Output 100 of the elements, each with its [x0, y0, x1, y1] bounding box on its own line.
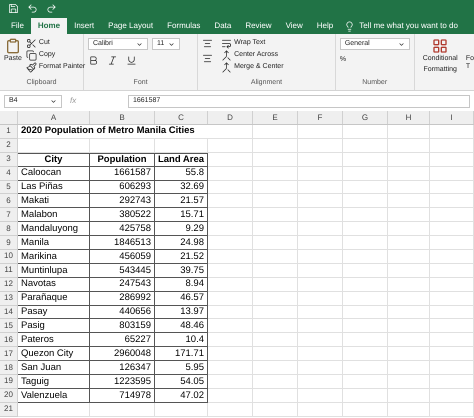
column-header[interactable]: I [430, 111, 474, 124]
row-header[interactable]: 13 [0, 292, 18, 306]
empty-cell[interactable] [208, 333, 253, 348]
column-header[interactable]: B [90, 111, 155, 124]
copy-icon[interactable] [26, 50, 37, 61]
column-header[interactable]: F [298, 111, 343, 124]
empty-cell[interactable] [430, 278, 474, 292]
empty-cell[interactable] [90, 402, 155, 417]
empty-cell[interactable] [388, 250, 430, 264]
row-header[interactable]: 6 [0, 194, 18, 208]
empty-cell[interactable] [430, 138, 474, 153]
empty-cell[interactable] [388, 375, 430, 389]
empty-cell[interactable] [208, 236, 253, 250]
empty-cell[interactable] [343, 319, 388, 334]
column-header[interactable]: H [388, 111, 430, 124]
empty-cell[interactable] [430, 319, 474, 334]
row-header[interactable]: 4 [0, 166, 18, 181]
empty-cell[interactable] [208, 180, 253, 194]
empty-cell[interactable] [208, 138, 253, 153]
row-header[interactable]: 10 [0, 250, 18, 264]
empty-cell[interactable] [343, 125, 388, 139]
empty-cell[interactable] [388, 138, 430, 153]
empty-cell[interactable] [298, 278, 343, 292]
empty-cell[interactable] [343, 402, 388, 417]
empty-cell[interactable] [253, 347, 298, 362]
empty-cell[interactable] [343, 152, 388, 167]
empty-cell[interactable] [430, 194, 474, 208]
empty-cell[interactable] [343, 333, 388, 348]
merge-icon[interactable] [221, 50, 232, 61]
empty-cell[interactable] [208, 264, 253, 278]
empty-cell[interactable] [208, 208, 253, 222]
empty-cell[interactable] [430, 292, 474, 306]
empty-cell[interactable] [298, 361, 343, 376]
dropdown-caret-icon[interactable] [398, 40, 405, 48]
empty-cell[interactable] [208, 125, 253, 139]
empty-cell[interactable] [253, 264, 298, 278]
empty-cell[interactable] [430, 166, 474, 181]
column-header[interactable]: A [18, 111, 90, 124]
row-header[interactable]: 11 [0, 264, 18, 278]
empty-cell[interactable] [343, 194, 388, 208]
column-header[interactable]: C [155, 111, 208, 124]
empty-cell[interactable] [388, 388, 430, 403]
empty-cell[interactable] [253, 194, 298, 208]
empty-cell[interactable] [388, 125, 430, 139]
empty-cell[interactable] [343, 278, 388, 292]
merge-icon[interactable] [221, 62, 232, 73]
empty-cell[interactable] [208, 306, 253, 320]
empty-cell[interactable] [388, 180, 430, 194]
empty-cell[interactable] [388, 194, 430, 208]
empty-cell[interactable] [208, 166, 253, 181]
row-header[interactable]: 21 [0, 402, 18, 417]
ribbon-tab[interactable]: Formulas [160, 18, 208, 34]
row-header[interactable]: 7 [0, 208, 18, 222]
empty-cell[interactable] [208, 278, 253, 292]
empty-cell[interactable] [388, 347, 430, 362]
empty-cell[interactable] [298, 292, 343, 306]
empty-cell[interactable] [298, 319, 343, 334]
empty-cell[interactable] [208, 319, 253, 334]
wrap-text-icon[interactable] [221, 38, 232, 49]
empty-cell[interactable] [388, 152, 430, 167]
empty-cell[interactable] [298, 208, 343, 222]
dropdown-caret-icon[interactable] [136, 40, 143, 48]
ribbon-tab[interactable]: View [278, 18, 310, 34]
row-header[interactable]: 8 [0, 222, 18, 236]
empty-cell[interactable] [253, 375, 298, 389]
column-header[interactable]: E [253, 111, 298, 124]
row-header[interactable]: 20 [0, 388, 18, 403]
empty-cell[interactable] [388, 292, 430, 306]
empty-cell[interactable] [298, 166, 343, 181]
empty-cell[interactable] [298, 333, 343, 348]
empty-cell[interactable] [430, 250, 474, 264]
empty-cell[interactable] [90, 138, 155, 153]
empty-cell[interactable] [430, 222, 474, 236]
empty-cell[interactable] [253, 125, 298, 139]
empty-cell[interactable] [208, 292, 253, 306]
empty-cell[interactable] [430, 236, 474, 250]
empty-cell[interactable] [430, 125, 474, 139]
empty-cell[interactable] [343, 138, 388, 153]
empty-cell[interactable] [253, 306, 298, 320]
empty-cell[interactable] [343, 250, 388, 264]
empty-cell[interactable] [430, 180, 474, 194]
empty-cell[interactable] [208, 388, 253, 403]
empty-cell[interactable] [343, 347, 388, 362]
empty-cell[interactable] [253, 166, 298, 181]
empty-cell[interactable] [388, 306, 430, 320]
lightbulb-icon[interactable] [344, 20, 356, 32]
empty-cell[interactable] [298, 222, 343, 236]
redo-icon[interactable] [46, 2, 57, 14]
scissors-icon[interactable] [26, 38, 37, 49]
empty-cell[interactable] [253, 402, 298, 417]
empty-cell[interactable] [343, 292, 388, 306]
bold-icon[interactable] [88, 55, 99, 66]
empty-cell[interactable] [388, 361, 430, 376]
empty-cell[interactable] [253, 152, 298, 167]
empty-cell[interactable] [298, 402, 343, 417]
empty-cell[interactable] [253, 319, 298, 334]
ribbon-tab[interactable]: File [4, 18, 31, 34]
empty-cell[interactable] [253, 236, 298, 250]
empty-cell[interactable] [298, 264, 343, 278]
empty-cell[interactable] [208, 375, 253, 389]
